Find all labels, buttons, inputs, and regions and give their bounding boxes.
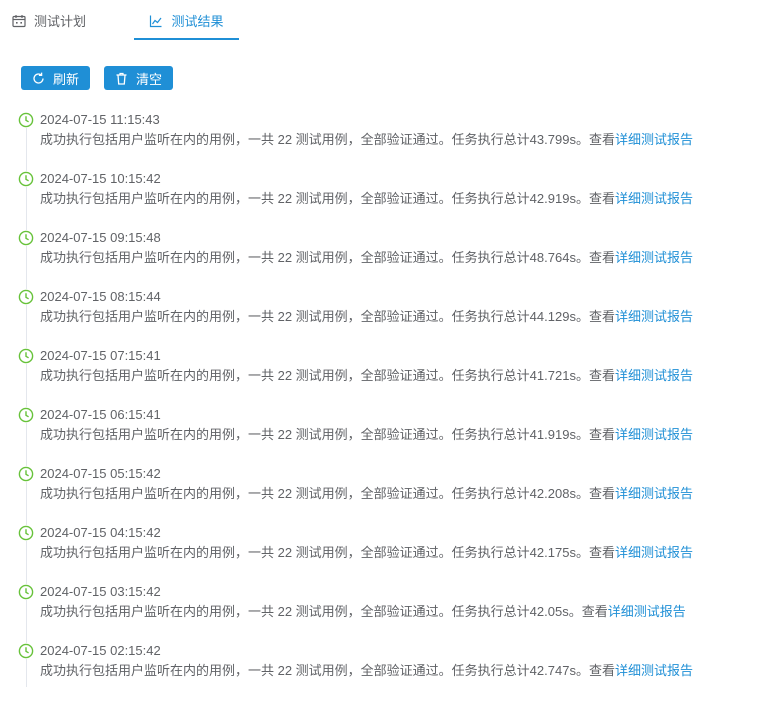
detail-report-link[interactable]: 详细测试报告 — [615, 132, 693, 147]
timeline-message: 成功执行包括用户监听在内的用例，一共 22 测试用例，全部验证通过。任务执行总计… — [40, 485, 693, 502]
clock-icon — [18, 289, 34, 305]
timeline-timestamp: 2024-07-15 04:15:42 — [40, 525, 161, 540]
timeline-message: 成功执行包括用户监听在内的用例，一共 22 测试用例，全部验证通过。任务执行总计… — [40, 367, 693, 384]
detail-report-link[interactable]: 详细测试报告 — [615, 427, 693, 442]
tab-test-results-label: 测试结果 — [171, 14, 224, 29]
timeline-message: 成功执行包括用户监听在内的用例，一共 22 测试用例，全部验证通过。任务执行总计… — [40, 662, 693, 679]
timeline-message: 成功执行包括用户监听在内的用例，一共 22 测试用例，全部验证通过。任务执行总计… — [40, 544, 693, 561]
clock-icon — [18, 171, 34, 187]
timeline-message-text: 成功执行包括用户监听在内的用例，一共 22 测试用例，全部验证通过。任务执行总计… — [40, 309, 615, 324]
timeline-message: 成功执行包括用户监听在内的用例，一共 22 测试用例，全部验证通过。任务执行总计… — [40, 603, 686, 620]
timeline-item: 2024-07-15 04:15:42 成功执行包括用户监听在内的用例，一共 22… — [18, 524, 758, 583]
timeline-message: 成功执行包括用户监听在内的用例，一共 22 测试用例，全部验证通过。任务执行总计… — [40, 190, 693, 207]
clock-icon — [18, 466, 34, 482]
timeline-message-text: 成功执行包括用户监听在内的用例，一共 22 测试用例，全部验证通过。任务执行总计… — [40, 132, 615, 147]
timeline-item: 2024-07-15 11:15:43 成功执行包括用户监听在内的用例，一共 22… — [18, 111, 758, 170]
timeline-timestamp: 2024-07-15 06:15:41 — [40, 407, 161, 422]
timeline-timestamp: 2024-07-15 05:15:42 — [40, 466, 161, 481]
clear-button[interactable]: 清空 — [104, 66, 174, 90]
timeline-message-text: 成功执行包括用户监听在内的用例，一共 22 测试用例，全部验证通过。任务执行总计… — [40, 604, 608, 619]
clock-icon — [18, 525, 34, 541]
refresh-icon — [32, 72, 45, 85]
detail-report-link[interactable]: 详细测试报告 — [615, 663, 693, 678]
detail-report-link[interactable]: 详细测试报告 — [615, 191, 693, 206]
detail-report-link[interactable]: 详细测试报告 — [615, 309, 693, 324]
timeline-timestamp: 2024-07-15 08:15:44 — [40, 289, 161, 304]
timeline-timestamp: 2024-07-15 02:15:42 — [40, 643, 161, 658]
detail-report-link[interactable]: 详细测试报告 — [615, 486, 693, 501]
timeline-item: 2024-07-15 05:15:42 成功执行包括用户监听在内的用例，一共 22… — [18, 465, 758, 524]
timeline-timestamp: 2024-07-15 03:15:42 — [40, 584, 161, 599]
tab-test-results[interactable]: 测试结果 — [134, 0, 239, 41]
timeline-timestamp: 2024-07-15 11:15:43 — [40, 112, 160, 127]
line-chart-icon — [149, 14, 163, 28]
refresh-button-label: 刷新 — [53, 71, 80, 87]
clock-icon — [18, 584, 34, 600]
timeline-message-text: 成功执行包括用户监听在内的用例，一共 22 测试用例，全部验证通过。任务执行总计… — [40, 427, 615, 442]
timeline-message: 成功执行包括用户监听在内的用例，一共 22 测试用例，全部验证通过。任务执行总计… — [40, 131, 693, 148]
timeline-item: 2024-07-15 02:15:42 成功执行包括用户监听在内的用例，一共 22… — [18, 642, 758, 701]
timeline-item: 2024-07-15 09:15:48 成功执行包括用户监听在内的用例，一共 22… — [18, 229, 758, 288]
active-tab-indicator — [134, 38, 239, 40]
refresh-button[interactable]: 刷新 — [21, 66, 91, 90]
timeline-item: 2024-07-15 08:15:44 成功执行包括用户监听在内的用例，一共 22… — [18, 288, 758, 347]
tab-test-plan[interactable]: 测试计划 — [12, 0, 86, 41]
timeline-timestamp: 2024-07-15 10:15:42 — [40, 171, 161, 186]
timeline-message: 成功执行包括用户监听在内的用例，一共 22 测试用例，全部验证通过。任务执行总计… — [40, 308, 693, 325]
trash-icon — [115, 72, 128, 85]
timeline-item: 2024-07-15 07:15:41 成功执行包括用户监听在内的用例，一共 22… — [18, 347, 758, 406]
timeline-item: 2024-07-15 06:15:41 成功执行包括用户监听在内的用例，一共 22… — [18, 406, 758, 465]
detail-report-link[interactable]: 详细测试报告 — [615, 545, 693, 560]
timeline-message-text: 成功执行包括用户监听在内的用例，一共 22 测试用例，全部验证通过。任务执行总计… — [40, 486, 615, 501]
result-timeline: 2024-07-15 11:15:43 成功执行包括用户监听在内的用例，一共 22… — [18, 111, 758, 701]
calendar-icon — [12, 14, 26, 28]
timeline-item: 2024-07-15 10:15:42 成功执行包括用户监听在内的用例，一共 22… — [18, 170, 758, 229]
detail-report-link[interactable]: 详细测试报告 — [608, 604, 686, 619]
detail-report-link[interactable]: 详细测试报告 — [615, 368, 693, 383]
timeline-timestamp: 2024-07-15 07:15:41 — [40, 348, 161, 363]
detail-report-link[interactable]: 详细测试报告 — [615, 250, 693, 265]
timeline-message-text: 成功执行包括用户监听在内的用例，一共 22 测试用例，全部验证通过。任务执行总计… — [40, 191, 615, 206]
clock-icon — [18, 407, 34, 423]
timeline-message-text: 成功执行包括用户监听在内的用例，一共 22 测试用例，全部验证通过。任务执行总计… — [40, 663, 615, 678]
clock-icon — [18, 643, 34, 659]
timeline-item: 2024-07-15 03:15:42 成功执行包括用户监听在内的用例，一共 22… — [18, 583, 758, 642]
clear-button-label: 清空 — [136, 71, 163, 87]
timeline-message-text: 成功执行包括用户监听在内的用例，一共 22 测试用例，全部验证通过。任务执行总计… — [40, 545, 615, 560]
timeline-message-text: 成功执行包括用户监听在内的用例，一共 22 测试用例，全部验证通过。任务执行总计… — [40, 250, 615, 265]
timeline-message: 成功执行包括用户监听在内的用例，一共 22 测试用例，全部验证通过。任务执行总计… — [40, 249, 693, 266]
toolbar: 刷新 清空 — [21, 66, 174, 90]
tab-test-plan-label: 测试计划 — [34, 14, 87, 29]
tab-bar: 测试计划 测试结果 — [0, 0, 766, 41]
clock-icon — [18, 348, 34, 364]
timeline-message-text: 成功执行包括用户监听在内的用例，一共 22 测试用例，全部验证通过。任务执行总计… — [40, 368, 615, 383]
timeline-timestamp: 2024-07-15 09:15:48 — [40, 230, 161, 245]
clock-icon — [18, 230, 34, 246]
timeline-message: 成功执行包括用户监听在内的用例，一共 22 测试用例，全部验证通过。任务执行总计… — [40, 426, 693, 443]
clock-icon — [18, 112, 34, 128]
